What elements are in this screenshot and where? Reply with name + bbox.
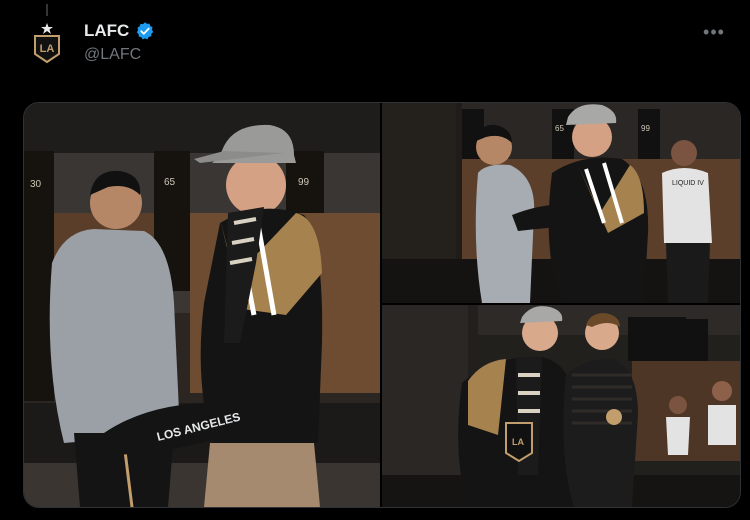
more-horizontal-icon: ••• bbox=[703, 21, 725, 42]
verified-badge-icon bbox=[137, 22, 154, 40]
author-display-name[interactable]: LAFC bbox=[84, 21, 129, 41]
author-avatar[interactable]: LA bbox=[24, 20, 70, 66]
locker-number-65: 65 bbox=[555, 124, 564, 133]
svg-text:LA: LA bbox=[40, 43, 55, 55]
author-name-row: LAFC bbox=[84, 20, 155, 42]
locker-number-65: 65 bbox=[164, 177, 176, 188]
lafc-crest-icon: LA bbox=[34, 23, 60, 64]
media-photo-2[interactable]: 65 99 LIQUID IV bbox=[382, 103, 740, 303]
thread-line bbox=[46, 4, 48, 16]
photo-1-image: 30 65 99 LOS ANGELES bbox=[24, 103, 380, 507]
locker-number-99: 99 bbox=[641, 124, 650, 133]
more-options-button[interactable]: ••• bbox=[700, 22, 728, 42]
media-photo-3[interactable]: LA bbox=[382, 305, 740, 507]
author-block: LAFC @LAFC bbox=[84, 20, 155, 64]
photo-3-image: LA bbox=[382, 305, 740, 507]
media-grid: 30 65 99 LOS ANGELES 65 99 LIQUID IV LA bbox=[23, 102, 741, 508]
media-photo-1[interactable]: 30 65 99 LOS ANGELES bbox=[24, 103, 380, 507]
locker-number-30: 30 bbox=[30, 179, 42, 190]
svg-text:LIQUID IV: LIQUID IV bbox=[672, 180, 704, 187]
author-handle[interactable]: @LAFC bbox=[84, 46, 155, 64]
photo-2-image: 65 99 LIQUID IV bbox=[382, 103, 740, 303]
svg-text:LA: LA bbox=[512, 437, 524, 447]
locker-number-99: 99 bbox=[298, 177, 310, 188]
